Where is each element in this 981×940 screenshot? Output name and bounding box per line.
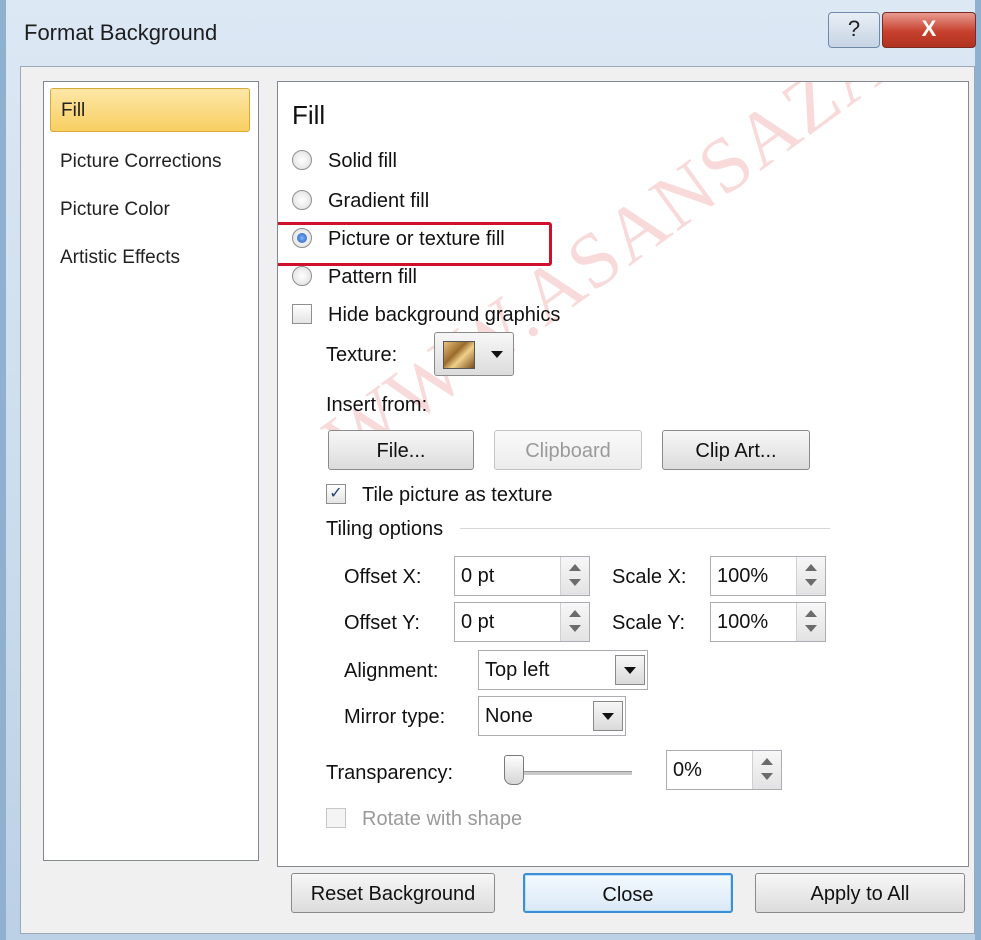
transparency-label: Transparency: [326,762,454,784]
dropdown-arrow-icon[interactable] [593,701,623,731]
scale-y-value: 100% [717,611,769,633]
scale-y-label: Scale Y: [612,612,686,634]
window-close-button[interactable]: X [882,12,976,48]
checkbox-box [292,303,312,324]
radio-label: Gradient fill [328,190,430,212]
spinner-arrows[interactable] [752,751,781,789]
category-nav: Fill Picture Corrections Picture Color A… [43,81,259,861]
checkbox-box-checked: ✓ [326,483,346,504]
checkbox-label: Tile picture as texture [362,484,553,506]
checkbox-box-disabled [326,807,346,828]
clip-art-button[interactable]: Clip Art... [662,430,810,470]
offset-x-label: Offset X: [344,566,422,588]
nav-item-fill[interactable]: Fill [50,88,250,132]
highlight-box [278,222,552,266]
insert-from-label: Insert from: [326,394,428,416]
texture-label: Texture: [326,344,398,366]
scale-x-label: Scale X: [612,566,687,588]
mirror-type-label: Mirror type: [344,706,446,728]
group-divider [460,528,830,529]
texture-swatch-icon [443,341,475,369]
offset-y-value: 0 pt [461,611,495,633]
alignment-value: Top left [485,659,550,681]
format-background-dialog: Format Background ? X Fill Picture Corre… [0,0,981,940]
rotate-with-shape-checkbox[interactable]: Rotate with shape [326,804,522,834]
scale-y-input[interactable]: 100% [710,602,826,642]
close-button[interactable]: Close [523,873,733,913]
radio-solid-fill[interactable]: Solid fill [292,146,397,176]
nav-item-picture-corrections[interactable]: Picture Corrections [50,140,250,184]
checkbox-label: Hide background graphics [328,304,561,326]
offset-x-input[interactable]: 0 pt [454,556,590,596]
file-button[interactable]: File... [328,430,474,470]
clipboard-button[interactable]: Clipboard [494,430,642,470]
mirror-type-dropdown[interactable]: None [478,696,626,736]
radio-gradient-fill[interactable]: Gradient fill [292,186,429,216]
scale-x-input[interactable]: 100% [710,556,826,596]
checkbox-label: Rotate with shape [362,808,523,830]
transparency-value: 0% [673,759,702,781]
reset-background-button[interactable]: Reset Background [291,873,495,913]
alignment-label: Alignment: [344,660,439,682]
offset-x-value: 0 pt [461,565,495,587]
mirror-type-value: None [485,705,533,727]
tile-picture-checkbox[interactable]: ✓ Tile picture as texture [326,480,552,510]
radio-indicator [292,189,312,210]
dialog-title: Format Background [24,20,218,45]
radio-indicator [292,265,312,286]
spinner-arrows[interactable] [796,557,825,595]
help-button[interactable]: ? [828,12,880,48]
radio-pattern-fill[interactable]: Pattern fill [292,262,417,292]
spinner-arrows[interactable] [796,603,825,641]
spinner-arrows[interactable] [560,603,589,641]
offset-y-input[interactable]: 0 pt [454,602,590,642]
transparency-slider-thumb[interactable] [504,755,524,785]
texture-picker-button[interactable] [434,332,514,376]
chevron-down-icon [491,351,503,358]
offset-y-label: Offset Y: [344,612,420,634]
hide-background-graphics-checkbox[interactable]: Hide background graphics [292,300,560,330]
apply-to-all-button[interactable]: Apply to All [755,873,965,913]
radio-label: Pattern fill [328,266,417,288]
radio-indicator [292,149,312,170]
dialog-client-area: Fill Picture Corrections Picture Color A… [20,66,975,934]
alignment-dropdown[interactable]: Top left [478,650,648,690]
dropdown-arrow-icon[interactable] [615,655,645,685]
panel-header: Fill [292,100,326,130]
spinner-arrows[interactable] [560,557,589,595]
scale-x-value: 100% [717,565,769,587]
radio-label: Solid fill [328,150,397,172]
tiling-options-label: Tiling options [326,518,444,540]
title-bar[interactable]: Format Background ? X [6,0,976,66]
fill-panel: WWW.ASANSAZAN.COM Fill Solid fill Gradie… [277,81,969,867]
nav-item-artistic-effects[interactable]: Artistic Effects [50,236,250,280]
transparency-slider-track[interactable] [508,771,632,775]
nav-item-picture-color[interactable]: Picture Color [50,188,250,232]
transparency-input[interactable]: 0% [666,750,782,790]
